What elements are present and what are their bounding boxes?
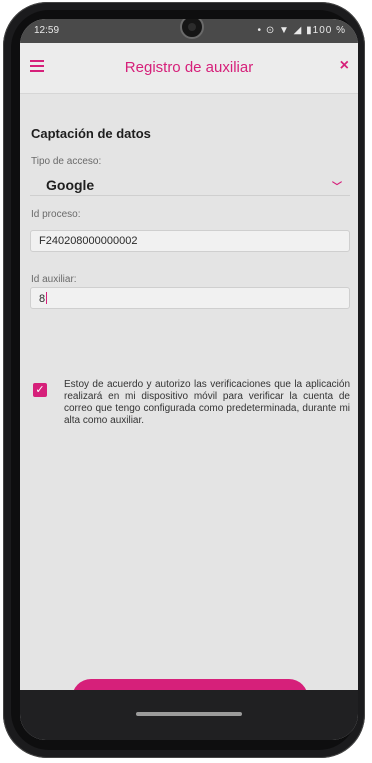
consent-checkbox[interactable]: ✓ (33, 383, 47, 397)
home-indicator[interactable] (136, 712, 242, 716)
status-icons: • ⊙ ▼ ◢ ▮100 % (257, 25, 346, 36)
consent-text: Estoy de acuerdo y autorizo las verifica… (64, 379, 350, 426)
id-auxiliar-label: Id auxiliar: (31, 274, 77, 285)
tipo-acceso-select[interactable]: Google ﹀ (30, 174, 350, 196)
tipo-acceso-label: Tipo de acceso: (31, 156, 102, 167)
chevron-down-icon: ﹀ (332, 182, 342, 193)
navigation-bar (20, 690, 358, 740)
id-auxiliar-value: 8 (39, 293, 46, 305)
screen: 12:59 • ⊙ ▼ ◢ ▮100 % Registro de auxilia… (20, 19, 358, 740)
section-title: Captación de datos (31, 126, 151, 141)
id-proceso-field[interactable]: F240208000000002 (30, 230, 350, 252)
close-icon[interactable]: × (340, 57, 349, 75)
id-auxiliar-field[interactable]: 8 (30, 287, 350, 309)
app-bar: Registro de auxiliar × (20, 43, 358, 94)
tipo-acceso-value: Google (46, 177, 95, 193)
status-time: 12:59 (34, 25, 60, 36)
front-camera (180, 19, 204, 39)
phone-frame: 12:59 • ⊙ ▼ ◢ ▮100 % Registro de auxilia… (3, 2, 365, 758)
id-proceso-label: Id proceso: (31, 209, 81, 220)
page-title: Registro de auxiliar (124, 59, 254, 76)
id-proceso-value: F240208000000002 (39, 235, 138, 247)
status-bar: 12:59 • ⊙ ▼ ◢ ▮100 % (20, 19, 358, 43)
text-cursor (46, 292, 48, 304)
